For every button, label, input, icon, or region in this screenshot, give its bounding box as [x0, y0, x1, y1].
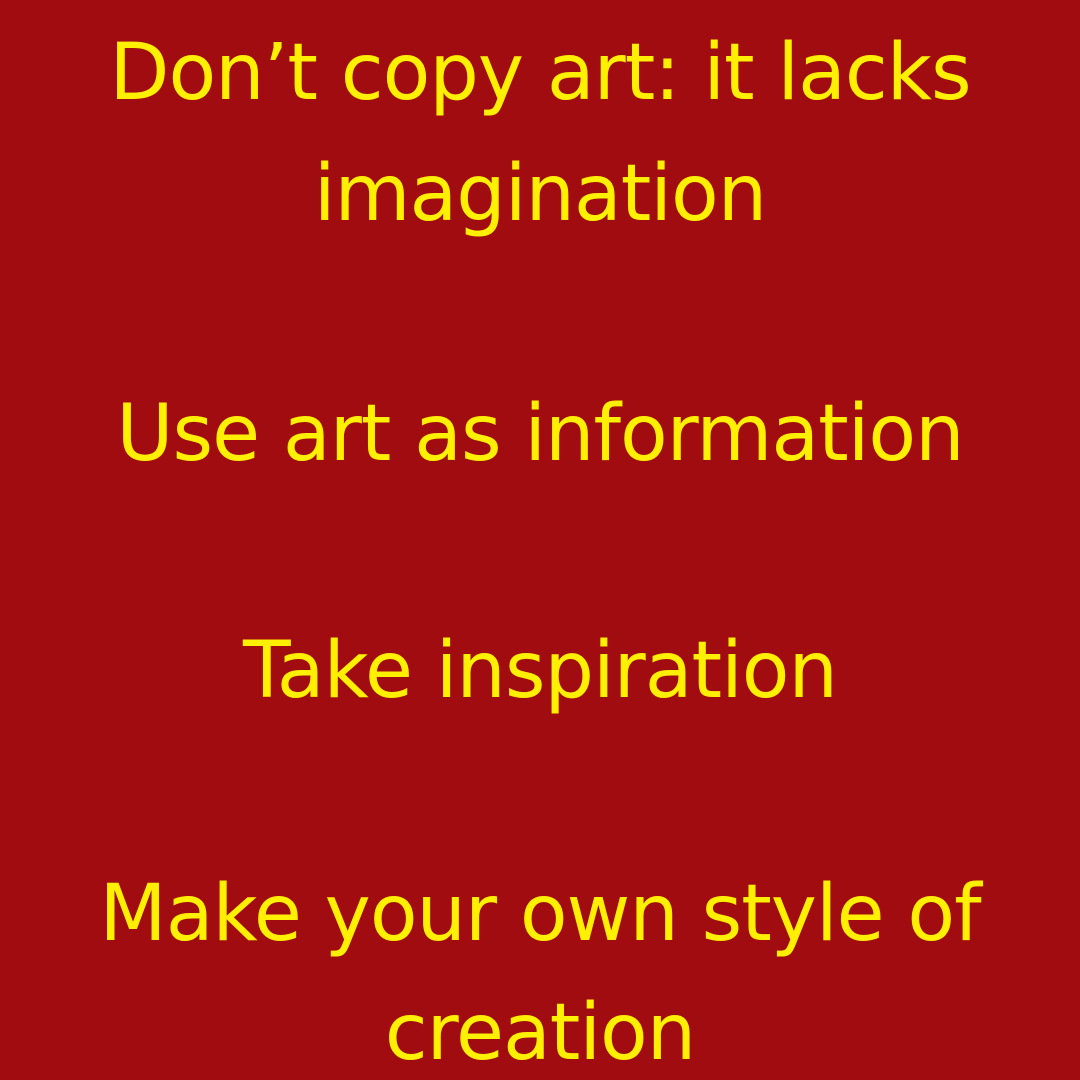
quote-line-1: Don’t copy art: it lacks: [109, 28, 971, 118]
poster-canvas: Don’t copy art: it lacks imagination Use…: [0, 0, 1080, 1080]
quote-line-6: creation: [384, 988, 696, 1078]
quote-line-4: Take inspiration: [243, 626, 838, 716]
quote-line-5: Make your own style of: [99, 869, 981, 959]
quote-line-3: Use art as information: [116, 389, 964, 479]
quote-line-2: imagination: [313, 149, 767, 239]
